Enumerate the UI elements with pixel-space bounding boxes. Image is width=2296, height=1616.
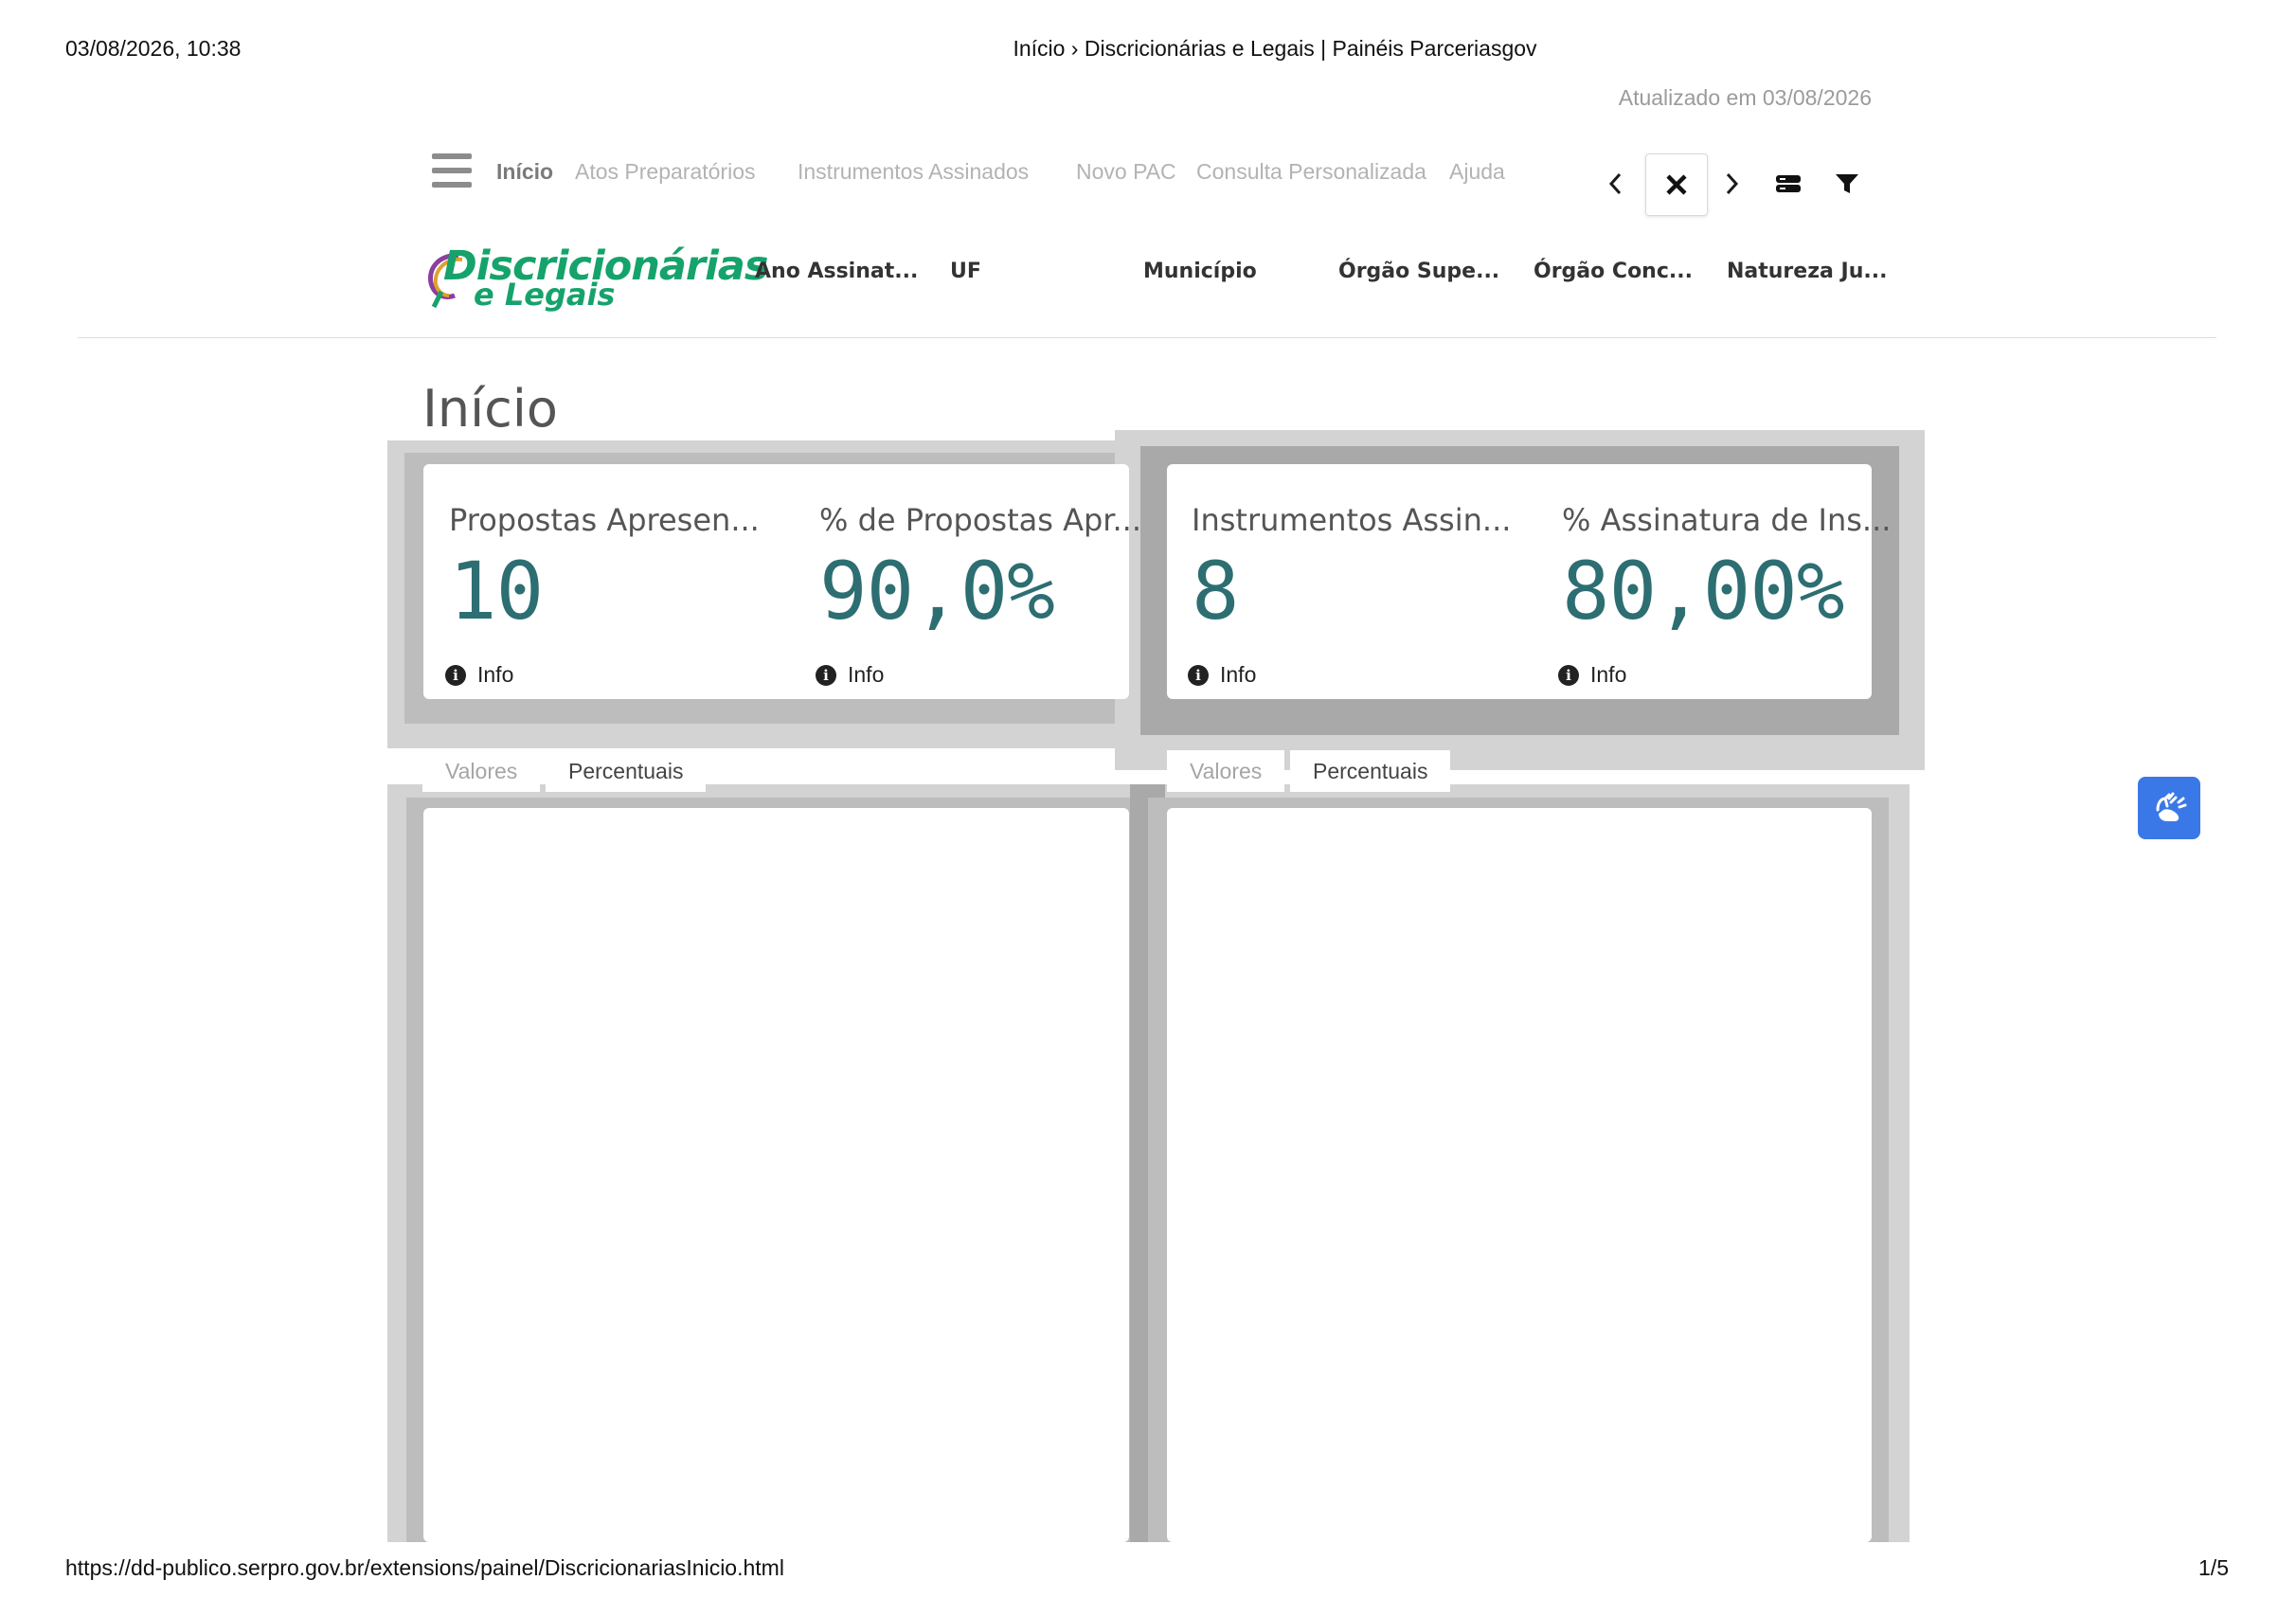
filter-orgao-concedente[interactable]: Órgão Conc... [1534, 260, 1693, 283]
kpi-label-instrumentos-assinados: Instrumentos Assin... [1192, 502, 1512, 538]
app-logo: Discricionárias e Legais [421, 239, 768, 314]
nav-item-inicio[interactable]: Início [496, 159, 553, 185]
filter-municipio[interactable]: Município [1143, 260, 1257, 283]
tab-percentuais-right[interactable]: Percentuais [1290, 750, 1451, 792]
accessibility-button[interactable] [2138, 777, 2200, 839]
nav-item-novo-pac[interactable]: Novo PAC [1076, 159, 1176, 185]
kpi-value-pct-propostas: 90,0% [819, 545, 1055, 637]
nav-item-consulta-personalizada[interactable]: Consulta Personalizada [1196, 159, 1426, 185]
logo-line2: e Legais [474, 277, 616, 313]
filter-ano-assinatura[interactable]: Ano Assinat... [755, 260, 918, 283]
info-label: Info [1590, 662, 1627, 687]
page-title: Início [422, 379, 558, 439]
info-label: Info [848, 662, 885, 687]
chart-panel-left [423, 808, 1129, 1542]
kpi-info-propostas-apresentadas[interactable]: i Info [445, 662, 513, 688]
nav-item-ajuda[interactable]: Ajuda [1449, 159, 1505, 185]
filter-natureza-juridica[interactable]: Natureza Ju... [1727, 260, 1887, 283]
kpi-value-pct-assinatura: 80,00% [1562, 545, 1844, 637]
kpi-value-propostas-apresentadas: 10 [449, 545, 544, 637]
forward-step-button[interactable] [1703, 155, 1760, 212]
selections-button[interactable] [1760, 155, 1817, 212]
menu-icon[interactable] [432, 153, 472, 188]
tab-valores-left[interactable]: Valores [422, 750, 541, 792]
sign-language-icon [2156, 792, 2187, 821]
info-label: Info [1220, 662, 1257, 687]
info-icon: i [1558, 664, 1579, 686]
filter-icon [1836, 174, 1858, 193]
kpi-info-pct-assinatura[interactable]: i Info [1558, 662, 1626, 688]
kpi-label-pct-assinatura: % Assinatura de Ins... [1562, 502, 1892, 538]
info-icon: i [1188, 664, 1209, 686]
kpi-info-pct-propostas[interactable]: i Info [816, 662, 884, 688]
info-label: Info [477, 662, 514, 687]
kpi-info-instrumentos-assinados[interactable]: i Info [1188, 662, 1256, 688]
kpi-label-propostas-apresentadas: Propostas Apresen... [449, 502, 760, 538]
nav-item-instrumentos-assinados[interactable]: Instrumentos Assinados [798, 159, 1029, 185]
kpi-value-instrumentos-assinados: 8 [1192, 545, 1240, 637]
kpi-label-pct-propostas: % de Propostas Apr... [819, 502, 1142, 538]
print-page-title: Início › Discricionárias e Legais | Pain… [1013, 36, 1537, 61]
selections-icon [1776, 175, 1801, 192]
chevron-left-icon [1608, 172, 1622, 195]
tab-percentuais-left[interactable]: Percentuais [546, 750, 707, 792]
chevron-right-icon [1726, 172, 1739, 195]
info-icon: i [445, 664, 466, 686]
clear-selections-button[interactable] [1645, 153, 1708, 216]
updated-date: Atualizado em 03/08/2026 [1618, 85, 1872, 110]
chart-panel-right [1167, 808, 1872, 1542]
header-divider [78, 337, 2216, 338]
filter-orgao-superior[interactable]: Órgão Supe... [1338, 260, 1499, 283]
back-step-button[interactable] [1587, 155, 1644, 212]
print-page-number: 1/5 [2198, 1555, 2229, 1580]
info-icon: i [816, 664, 836, 686]
tab-valores-right[interactable]: Valores [1167, 750, 1285, 792]
filter-uf[interactable]: UF [950, 260, 981, 283]
close-icon [1666, 174, 1687, 195]
filter-button[interactable] [1819, 155, 1875, 212]
nav-item-atos-preparatorios[interactable]: Atos Preparatórios [575, 159, 755, 185]
print-url: https://dd-publico.serpro.gov.br/extensi… [65, 1555, 784, 1580]
